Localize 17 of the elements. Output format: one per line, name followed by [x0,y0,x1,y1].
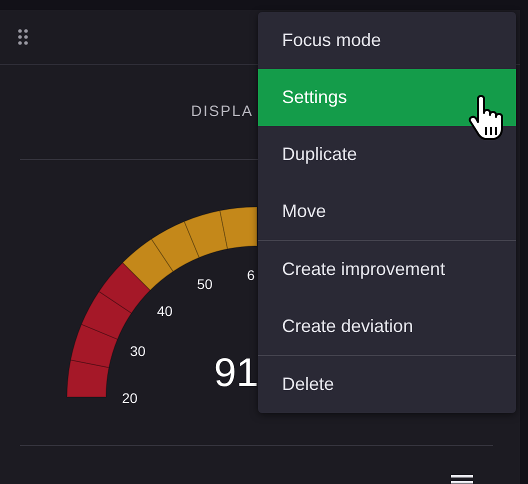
gauge-tick-label: 50 [197,276,213,292]
gauge-tick-label: 40 [157,303,173,319]
drag-handle-icon[interactable] [18,29,28,45]
gauge-value: 91 [214,351,258,395]
hand-cursor-icon [468,95,504,141]
gauge-tick-label: 6 [247,267,255,283]
gauge-tick-label: 20 [122,390,138,406]
menu-item[interactable]: Create improvement [258,241,516,298]
menu-item[interactable]: Focus mode [258,12,516,69]
menu-icon[interactable] [451,475,473,484]
menu-item[interactable]: Create deviation [258,298,516,355]
gauge-tick-label: 30 [130,343,146,359]
card-title: DISPLA [191,102,254,120]
menu-item[interactable]: Duplicate [258,126,516,183]
menu-item[interactable]: Settings [258,69,516,126]
menu-item[interactable]: Delete [258,356,516,413]
menu-item[interactable]: Move [258,183,516,240]
